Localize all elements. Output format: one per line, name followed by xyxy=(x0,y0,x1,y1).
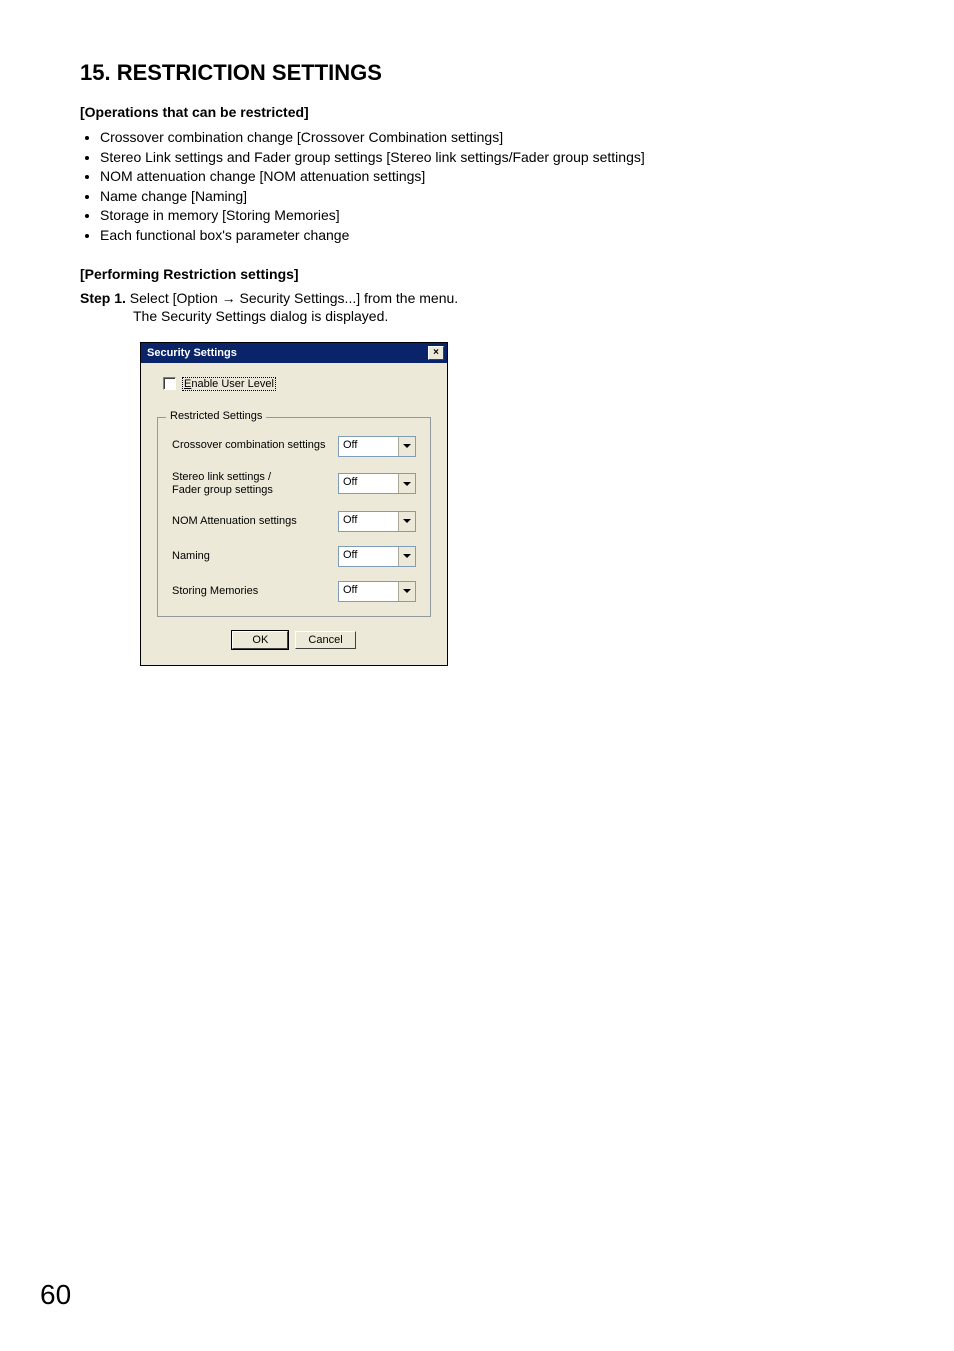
list-item: NOM attenuation change [NOM attenuation … xyxy=(100,167,874,187)
page-title: 15. RESTRICTION SETTINGS xyxy=(80,60,874,86)
setting-row-crossover: Crossover combination settings Off xyxy=(172,436,416,457)
setting-row-naming: Naming Off xyxy=(172,546,416,567)
dropdown-value: Off xyxy=(339,582,398,601)
cancel-button[interactable]: Cancel xyxy=(295,631,355,649)
setting-label: Naming xyxy=(172,550,210,563)
storing-memories-dropdown[interactable]: Off xyxy=(338,581,416,602)
step-desc: The Security Settings dialog is displaye… xyxy=(133,308,874,324)
ok-button[interactable]: OK xyxy=(232,631,288,649)
operations-list: Crossover combination change [Crossover … xyxy=(80,128,874,246)
step-label: Step 1. xyxy=(80,290,126,306)
chevron-down-icon[interactable] xyxy=(398,582,415,601)
list-item: Each functional box's parameter change xyxy=(100,226,874,246)
step-1: Step 1. Select [Option → Security Settin… xyxy=(80,290,874,306)
page-number: 60 xyxy=(40,1279,71,1311)
section-performing-title: [Performing Restriction settings] xyxy=(80,266,874,282)
stereo-link-dropdown[interactable]: Off xyxy=(338,473,416,494)
dropdown-value: Off xyxy=(339,474,398,493)
setting-row-nom: NOM Attenuation settings Off xyxy=(172,511,416,532)
setting-label: Stereo link settings / Fader group setti… xyxy=(172,471,273,497)
list-item: Crossover combination change [Crossover … xyxy=(100,128,874,148)
dropdown-value: Off xyxy=(339,547,398,566)
chevron-down-icon[interactable] xyxy=(398,547,415,566)
list-item: Storage in memory [Storing Memories] xyxy=(100,206,874,226)
naming-dropdown[interactable]: Off xyxy=(338,546,416,567)
step-text: Select [Option → Security Settings...] f… xyxy=(130,290,458,306)
close-icon[interactable]: × xyxy=(428,346,444,360)
restricted-settings-group: Restricted Settings Crossover combinatio… xyxy=(157,417,431,617)
enable-user-level-checkbox[interactable] xyxy=(163,377,176,390)
enable-user-level-label[interactable]: Enable User Level xyxy=(182,377,276,391)
setting-label: Crossover combination settings xyxy=(172,439,325,452)
section-operations-title: [Operations that can be restricted] xyxy=(80,104,874,120)
security-settings-dialog: Security Settings × Enable User Level Re… xyxy=(140,342,448,666)
dropdown-value: Off xyxy=(339,512,398,531)
dropdown-value: Off xyxy=(339,437,398,456)
setting-row-stereo-link: Stereo link settings / Fader group setti… xyxy=(172,471,416,497)
group-legend: Restricted Settings xyxy=(166,410,266,422)
chevron-down-icon[interactable] xyxy=(398,474,415,493)
crossover-dropdown[interactable]: Off xyxy=(338,436,416,457)
setting-label: NOM Attenuation settings xyxy=(172,515,297,528)
nom-dropdown[interactable]: Off xyxy=(338,511,416,532)
chevron-down-icon[interactable] xyxy=(398,437,415,456)
setting-label: Storing Memories xyxy=(172,585,258,598)
list-item: Name change [Naming] xyxy=(100,187,874,207)
list-item: Stereo Link settings and Fader group set… xyxy=(100,148,874,168)
dialog-titlebar[interactable]: Security Settings × xyxy=(141,343,447,363)
dialog-title: Security Settings xyxy=(147,347,237,359)
setting-row-storing-memories: Storing Memories Off xyxy=(172,581,416,602)
chevron-down-icon[interactable] xyxy=(398,512,415,531)
